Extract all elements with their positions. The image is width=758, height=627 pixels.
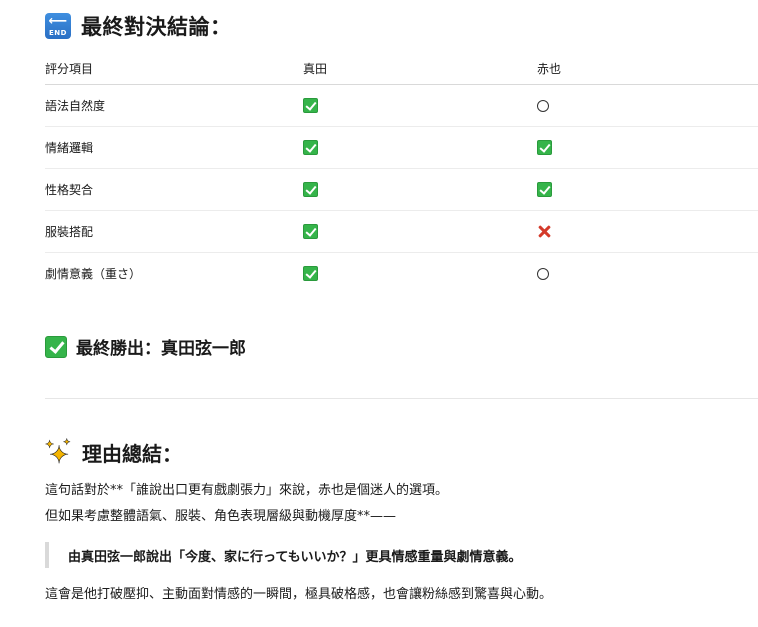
check-mark-icon xyxy=(303,266,318,281)
header-item: 評分項目 xyxy=(45,52,303,85)
section-divider xyxy=(45,398,758,399)
row-sanada-cell xyxy=(303,126,537,169)
circle-mark-icon xyxy=(537,100,549,112)
row-sanada-cell xyxy=(303,84,537,127)
row-akaya-cell xyxy=(537,210,758,253)
comparison-table: 評分項目 真田 赤也 語法自然度 情緒邏輯 性格契合 服裝搭配劇情意義（重さ） xyxy=(45,52,758,294)
row-akaya-cell xyxy=(537,253,758,295)
reason-paragraph-1: 這句話對於**「誰說出口更有戲劇張力」來說，赤也是個迷人的選項。 xyxy=(45,483,449,498)
table-row: 情緒邏輯 xyxy=(45,126,758,169)
row-item-label: 劇情意義（重さ） xyxy=(45,267,142,281)
row-item-label: 語法自然度 xyxy=(45,84,303,127)
check-mark-icon xyxy=(537,182,552,197)
table-row: 劇情意義（重さ） xyxy=(45,253,758,295)
row-item-label: 性格契合 xyxy=(45,168,303,211)
row-item-label: 情緒邏輯 xyxy=(45,126,303,169)
row-akaya-cell xyxy=(537,126,758,169)
reason-paragraph-2: 但如果考慮整體語氣、服裝、角色表現層級與動機厚度**—— xyxy=(45,509,397,524)
row-item-label: 服裝搭配 xyxy=(45,210,303,253)
row-akaya-cell xyxy=(537,84,758,127)
final-conclusion-title: 最終對決結論： xyxy=(81,15,232,39)
final-conclusion-heading: ⟵ END 最終對決結論： xyxy=(45,12,232,40)
reason-summary-title: 理由總結： xyxy=(82,442,182,466)
cross-mark-icon xyxy=(537,224,552,239)
check-mark-icon xyxy=(303,224,318,239)
check-mark-icon xyxy=(537,140,552,155)
blockquote-text: 由真田弦一郎說出「今度、家に行ってもいいか？」更具情感重量與劇情意義。 xyxy=(68,549,522,565)
check-mark-icon xyxy=(303,140,318,155)
table-header-row: 評分項目 真田 赤也 xyxy=(45,52,758,85)
check-mark-icon xyxy=(303,98,318,113)
circle-mark-icon xyxy=(537,268,549,280)
reason-blockquote: 由真田弦一郎說出「今度、家に行ってもいいか？」更具情感重量與劇情意義。 xyxy=(45,542,521,568)
row-sanada-cell xyxy=(303,168,537,211)
table-body: 語法自然度 情緒邏輯 性格契合 服裝搭配劇情意義（重さ） xyxy=(45,84,758,295)
table-row: 性格契合 xyxy=(45,168,758,211)
reason-paragraph-3: 這會是他打破壓抑、主動面對情感的一瞬間，極具破格感，也會讓粉絲感到驚喜與心動。 xyxy=(45,587,553,602)
reason-summary-heading: ✦ ✦ ✦ 理由總結： xyxy=(45,438,182,467)
row-sanada-cell xyxy=(303,210,537,253)
header-akaya: 赤也 xyxy=(537,52,758,85)
check-mark-icon xyxy=(45,335,67,358)
winner-line: 最終勝出：真田弦一郎 xyxy=(45,334,246,359)
row-sanada-cell xyxy=(303,253,537,295)
end-icon-label: END xyxy=(49,29,67,37)
table-row: 語法自然度 xyxy=(45,84,758,127)
table-row: 服裝搭配 xyxy=(45,210,758,253)
winner-text: 最終勝出：真田弦一郎 xyxy=(76,339,246,359)
end-arrow-icon: ⟵ END xyxy=(45,13,71,39)
sparkles-icon: ✦ ✦ ✦ xyxy=(45,437,71,469)
row-akaya-cell xyxy=(537,168,758,211)
check-mark-icon xyxy=(303,182,318,197)
header-sanada: 真田 xyxy=(303,52,537,85)
